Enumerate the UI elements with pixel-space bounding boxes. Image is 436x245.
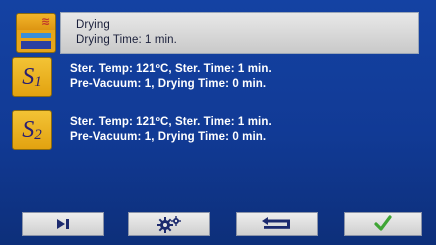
program-item-drying[interactable]: ≋ Drying Drying Time: 1 min. bbox=[16, 12, 419, 54]
s1-icon: S1 bbox=[12, 57, 52, 97]
program-vacuum-drying: Pre-Vacuum: 1, Drying Time: 0 min. bbox=[70, 131, 267, 143]
s2-icon: S2 bbox=[12, 110, 52, 150]
skip-button[interactable] bbox=[22, 212, 104, 236]
program-description: Drying Drying Time: 1 min. bbox=[76, 18, 177, 48]
return-icon bbox=[262, 217, 290, 229]
program-item-s2[interactable]: S2 Ster. Temp: 121ºC, Ster. Time: 1 min.… bbox=[12, 110, 422, 150]
program-description: Ster. Temp: 121ºC, Ster. Time: 1 min. Pr… bbox=[70, 115, 272, 145]
gears-icon bbox=[157, 216, 181, 233]
program-vacuum-drying: Pre-Vacuum: 1, Drying Time: 0 min. bbox=[70, 78, 267, 90]
program-name: Drying bbox=[76, 19, 110, 31]
checkmark-icon bbox=[374, 215, 392, 231]
program-drying-time: Drying Time: 1 min. bbox=[76, 34, 177, 46]
program-item-s1[interactable]: S1 Ster. Temp: 121ºC, Ster. Time: 1 min.… bbox=[12, 57, 422, 97]
return-button[interactable] bbox=[236, 212, 318, 236]
bottom-toolbar bbox=[0, 212, 436, 236]
program-selection-screen: ≋ Drying Drying Time: 1 min. S1 Ster. Te… bbox=[0, 0, 436, 245]
confirm-button[interactable] bbox=[344, 212, 422, 236]
program-description: Ster. Temp: 121ºC, Ster. Time: 1 min. Pr… bbox=[70, 62, 272, 92]
drying-icon: ≋ bbox=[16, 13, 56, 53]
program-ster-params: Ster. Temp: 121ºC, Ster. Time: 1 min. bbox=[70, 63, 272, 75]
skip-forward-icon bbox=[57, 219, 69, 229]
program-ster-params: Ster. Temp: 121ºC, Ster. Time: 1 min. bbox=[70, 116, 272, 128]
settings-button[interactable] bbox=[128, 212, 210, 236]
